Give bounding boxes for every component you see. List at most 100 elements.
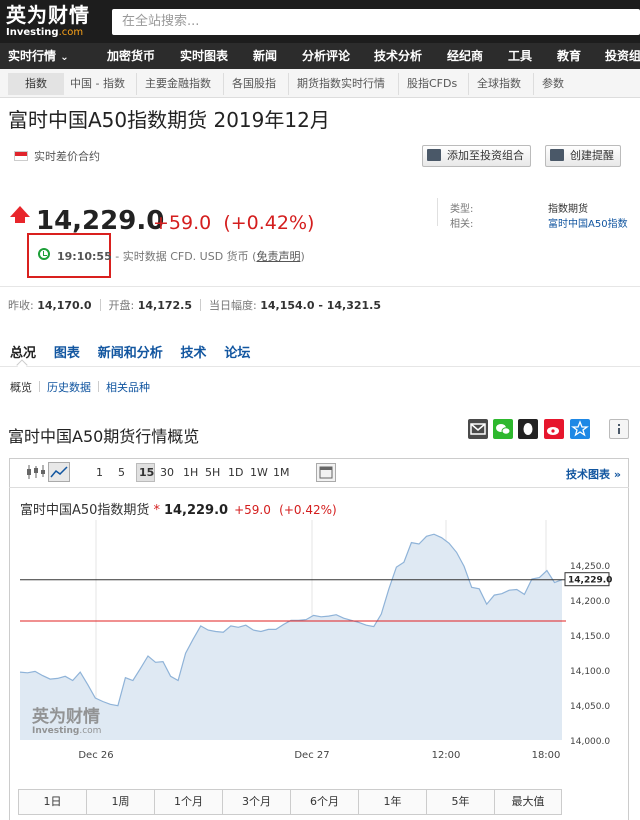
chevron-down-icon: ⌄ — [60, 52, 69, 63]
tab-chart[interactable]: 图表 — [54, 342, 80, 361]
subtab-related[interactable]: 相关品种 — [106, 381, 150, 394]
main-tabs: 总况 图表 新闻和分析 技术 论坛 — [10, 342, 264, 362]
subnav-item-china[interactable]: 中国 - 指数 — [62, 73, 133, 95]
watermark-sub-b: .com — [79, 726, 102, 736]
nav-item-tools[interactable]: 工具 — [508, 43, 532, 69]
logo-sub-text: Investing.com — [6, 27, 90, 38]
logo-sub-b: .com — [58, 27, 84, 38]
up-arrow-stem — [15, 216, 25, 223]
interval-30[interactable]: 30 — [160, 466, 174, 479]
interval-1[interactable]: 1 — [96, 466, 103, 479]
info-divider — [437, 198, 438, 226]
period-1d[interactable]: 1日 — [19, 790, 87, 814]
x-tick-label: Dec 26 — [78, 750, 113, 761]
stats-separator — [99, 299, 101, 311]
subnav-item-world-stocks[interactable]: 各国股指 — [223, 73, 284, 95]
disclaimer-link[interactable]: 免责声明 — [256, 250, 300, 263]
star-icon-glyph — [571, 420, 589, 437]
nav-item-charts[interactable]: 实时图表 — [180, 43, 228, 69]
type-label: 类型: — [450, 204, 474, 215]
tab-news[interactable]: 新闻和分析 — [98, 342, 163, 361]
interval-1w[interactable]: 1W — [250, 466, 268, 479]
nav-item-brokers[interactable]: 经纪商 — [447, 43, 483, 69]
section-title: 富时中国A50期货行情概览 — [8, 427, 200, 446]
fullscreen-button[interactable] — [316, 463, 336, 482]
y-tick-label: 14,150.0 — [570, 632, 610, 642]
period-3m[interactable]: 3个月 — [223, 790, 291, 814]
qq-icon-glyph — [523, 423, 533, 435]
qq-icon[interactable] — [518, 419, 538, 439]
open-value: 14,172.5 — [137, 299, 192, 312]
subnav-item-params[interactable]: 参数 — [533, 73, 572, 95]
interval-1h[interactable]: 1H — [183, 466, 198, 479]
bell-icon — [550, 149, 564, 161]
related-label: 相关: — [450, 219, 474, 230]
nav-item-news[interactable]: 新闻 — [253, 43, 277, 69]
nav-item-analysis[interactable]: 分析评论 — [302, 43, 350, 69]
quote-desc: - 实时数据 CFD. USD 货币 ( — [111, 250, 257, 263]
candlestick-icon[interactable] — [24, 463, 48, 481]
subnav-item-futures[interactable]: 期货指数实时行情 — [288, 73, 393, 95]
subnav-item-global[interactable]: 全球指数 — [468, 73, 529, 95]
logo-sub-a: Investing — [6, 27, 59, 38]
quote-time: 19:10:55 — [57, 250, 112, 263]
top-bar: 英为财情 Investing.com 在全站搜索... — [0, 0, 640, 43]
subnav-item-indices[interactable]: 指数 — [8, 73, 64, 95]
subtab-overview[interactable]: 概览 — [10, 381, 32, 394]
email-icon-glyph — [470, 423, 486, 435]
subtab-separator — [39, 381, 40, 392]
period-max[interactable]: 最大值 — [495, 790, 561, 814]
last-price-tag-label: 14,229.0 — [568, 576, 612, 586]
add-portfolio-button[interactable]: 添加至投资组合 — [422, 145, 531, 167]
interval-15[interactable]: 15 — [139, 466, 154, 479]
interval-5h[interactable]: 5H — [205, 466, 220, 479]
info-icon-glyph — [618, 424, 620, 434]
stats-separator — [200, 299, 201, 311]
contract-type-label: 实时差价合约 — [34, 150, 100, 163]
period-1m[interactable]: 1个月 — [155, 790, 223, 814]
technical-chart-link[interactable]: 技术图表 » — [566, 466, 621, 482]
create-alert-button[interactable]: 创建提醒 — [545, 145, 621, 167]
nav-item-education[interactable]: 教育 — [557, 43, 581, 69]
divider — [0, 286, 640, 287]
site-logo[interactable]: 英为财情 Investing.com — [6, 3, 90, 38]
nav-item-quotes[interactable]: 实时行情 ⌄ — [8, 43, 69, 69]
stats-row: 昨收: 14,170.0 开盘: 14,172.5 当日幅度: 14,154.0 -… — [8, 297, 381, 313]
tab-overview[interactable]: 总况 — [10, 342, 36, 361]
period-6m[interactable]: 6个月 — [291, 790, 359, 814]
period-5y[interactable]: 5年 — [427, 790, 495, 814]
email-icon[interactable] — [468, 419, 488, 439]
nav-item-crypto[interactable]: 加密货币 — [107, 43, 155, 69]
wechat-icon[interactable] — [493, 419, 513, 439]
sub-tabs: 概览 历史数据 相关品种 — [10, 379, 150, 395]
subnav-item-major[interactable]: 主要金融指数 — [136, 73, 219, 95]
interval-5[interactable]: 5 — [118, 466, 125, 479]
tab-forum[interactable]: 论坛 — [224, 342, 250, 361]
interval-1d[interactable]: 1D — [228, 466, 243, 479]
watermark-sub-a: Investing — [32, 726, 80, 736]
subtab-history[interactable]: 历史数据 — [47, 381, 91, 394]
subnav-item-cfds[interactable]: 股指CFDs — [398, 73, 465, 95]
weibo-icon[interactable] — [544, 419, 564, 439]
info-icon[interactable] — [609, 419, 629, 439]
area-chart-icon — [50, 466, 68, 478]
period-1w[interactable]: 1周 — [87, 790, 155, 814]
period-1y[interactable]: 1年 — [359, 790, 427, 814]
interval-1m[interactable]: 1M — [273, 466, 290, 479]
x-tick-label: 12:00 — [432, 750, 461, 761]
tab-technical[interactable]: 技术 — [181, 342, 207, 361]
window-icon — [319, 466, 333, 479]
watermark-main: 英为财情 — [32, 707, 100, 727]
search-input[interactable]: 在全站搜索... — [112, 9, 640, 35]
favorite-star-icon[interactable] — [570, 419, 590, 439]
change-percent: (+0.42%) — [223, 212, 315, 234]
sub-nav: 指数 中国 - 指数 主要金融指数 各国股指 期货指数实时行情 股指CFDs 全… — [0, 69, 640, 98]
y-tick-label: 14,100.0 — [570, 667, 610, 677]
portfolio-icon — [427, 149, 441, 161]
page-title: 富时中国A50指数期货 2019年12月 — [8, 108, 330, 132]
price-chart[interactable]: 14,000.0 14,050.0 14,100.0 14,150.0 14,200.0… — [0, 490, 640, 790]
area-chart-toggle[interactable] — [48, 462, 70, 482]
related-link[interactable]: 富时中国A50指数 — [548, 215, 628, 230]
nav-item-portfolio[interactable]: 投资组 — [605, 43, 640, 69]
nav-item-technical[interactable]: 技术分析 — [374, 43, 422, 69]
